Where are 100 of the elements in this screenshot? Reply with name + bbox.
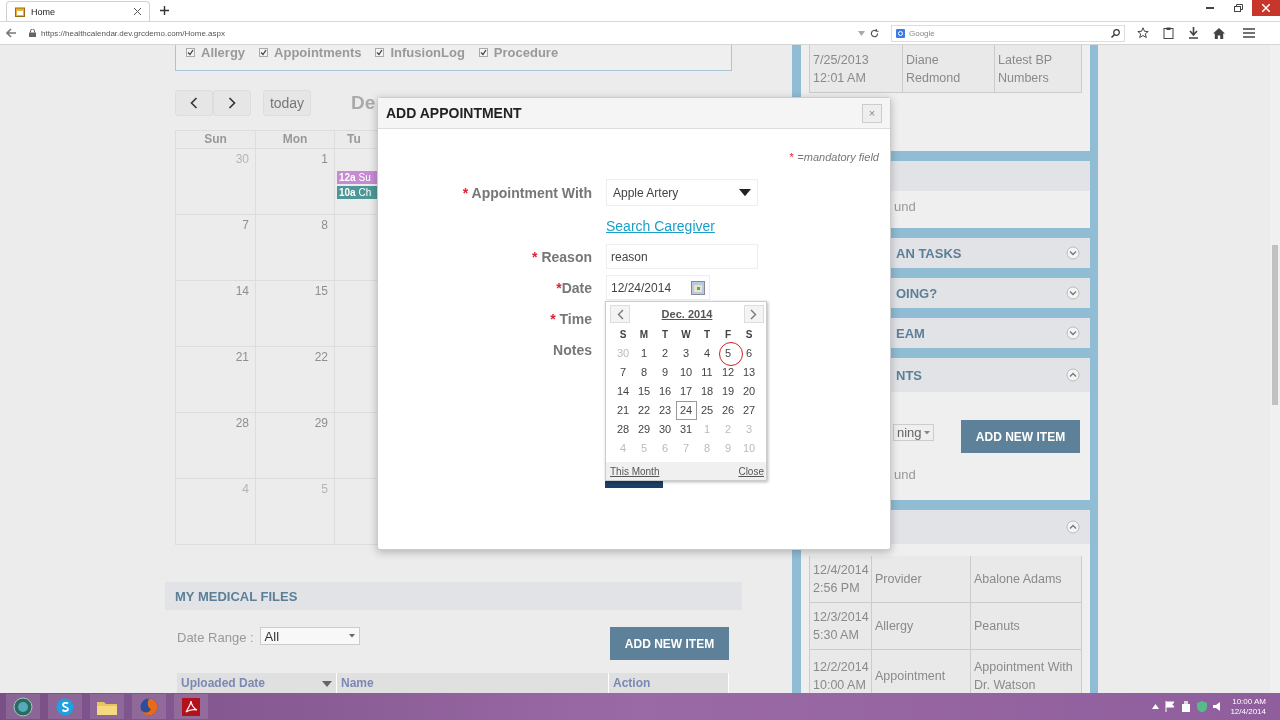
star-icon[interactable] [1137,27,1149,39]
minimize-icon [1206,7,1214,9]
calendar-day[interactable]: 28 [612,420,634,439]
checkbox-label: Allergy [201,45,246,60]
calendar-day[interactable]: 25 [696,401,718,420]
download-icon[interactable] [1188,27,1199,39]
add-new-item-button[interactable]: ADD NEW ITEM [610,627,729,660]
chat-app-icon[interactable] [48,694,82,719]
caret-icon [923,430,930,435]
sort-caret-icon [322,681,332,687]
calendar-day[interactable]: 31 [675,420,697,439]
mandatory-note: * =mandatory field [789,151,879,163]
search-field[interactable]: Google [891,24,1125,42]
calendar-day[interactable]: 22 [633,401,655,420]
today-button[interactable]: today [263,90,311,117]
calendar-day[interactable]: 3 [675,344,697,363]
back-arrow-icon[interactable] [6,28,17,38]
calendar-day[interactable]: 23 [654,401,676,420]
clipboard-icon[interactable] [1163,27,1174,39]
chevron-down-icon[interactable] [1066,326,1080,340]
calendar-day[interactable]: 1 [633,344,655,363]
calendar-day[interactable]: 24 [675,401,697,420]
checkbox-label: Procedure [493,45,559,60]
previous-month-button[interactable] [610,305,630,323]
calendar-title: De [351,92,376,115]
reason-field[interactable]: reason [606,244,758,269]
next-month-button[interactable] [744,305,764,323]
chevron-down-icon[interactable] [1066,246,1080,260]
search-icon[interactable] [1111,28,1120,38]
clock[interactable]: 10:00 AM 12/4/2014 [1230,696,1274,717]
section-title: EAM [896,325,926,341]
chevron-down-icon[interactable] [1066,286,1080,300]
calendar-day[interactable]: 14 [612,382,634,401]
folder-icon[interactable] [90,694,124,719]
checkbox[interactable] [259,48,269,57]
table-cell: 12/2/2014 10:00 AM [810,650,872,693]
pdf-reader-icon[interactable] [174,694,208,719]
calendar-day[interactable]: 15 [633,382,655,401]
section-title: MY MEDICAL FILES [175,588,298,604]
flag-icon[interactable] [1165,701,1176,712]
calendar-day[interactable]: 16 [654,382,676,401]
checkbox[interactable] [186,48,195,57]
close-icon [1262,4,1270,12]
close-window-button[interactable] [1252,0,1280,16]
weekday-label: F [723,328,733,342]
section-title: AN TASKS [896,245,963,261]
calendar-icon[interactable] [691,280,705,295]
date-range-select[interactable]: All [259,627,360,645]
close-icon[interactable] [134,8,141,15]
calendar-day[interactable]: 11 [696,363,718,382]
appointment-select[interactable]: Apple Artery [606,179,758,206]
search-engine-icon [896,28,905,38]
calendar-day[interactable]: 7 [612,363,634,382]
calendar-day[interactable]: 13 [738,363,760,382]
this-month-link[interactable]: This Month [610,465,660,477]
calendar-day[interactable]: 29 [633,420,655,439]
table-cell: 12/3/2014 5:30 AM [810,603,872,650]
chevron-up-icon[interactable] [1066,520,1080,534]
month-title[interactable]: Dec. 2014 [661,308,713,320]
reload-icon[interactable] [870,28,879,38]
checkbox[interactable] [375,48,385,57]
new-tab-icon[interactable] [160,6,169,15]
lock-icon [29,29,36,37]
checkbox-label: Appointments [274,45,362,60]
calendar-day[interactable]: 5 [717,344,739,363]
filter-select[interactable]: ning [893,424,934,441]
address-bar[interactable]: https://healthcalendar.dev.grcdemo.com/Home.aspx [23,24,885,42]
browser-tab[interactable]: Home [6,1,150,21]
calendar-day[interactable]: 18 [696,382,718,401]
calendar-day[interactable]: 26 [717,401,739,420]
date-field[interactable]: 12/24/2014 [606,275,710,300]
dialog-title: ADD APPOINTMENT [386,105,522,121]
tray-caret-icon[interactable] [1152,704,1160,709]
add-new-item-button[interactable]: ADD NEW ITEM [961,420,1080,453]
calendar-day[interactable]: 9 [654,363,676,382]
start-button[interactable] [6,694,40,719]
menu-icon[interactable] [1243,28,1255,38]
section-title: OING? [896,285,939,301]
calendar-day[interactable]: 8 [633,363,655,382]
calendar-day[interactable]: 12 [717,363,739,382]
weekday-label: S [618,328,628,342]
calendar-day[interactable]: 20 [738,382,760,401]
calendar-day[interactable]: 6 [738,344,760,363]
calendar-day[interactable]: 10 [675,363,697,382]
browser-icon[interactable] [132,694,166,719]
checkbox[interactable] [478,48,488,57]
day-number: 15 [314,284,328,299]
calendar-day[interactable]: 27 [738,401,760,420]
calendar-day[interactable]: 19 [717,382,739,401]
calendar-day[interactable]: 21 [612,401,634,420]
home-icon[interactable] [1213,27,1225,39]
scrollbar[interactable] [1270,45,1280,693]
calendar-day[interactable]: 17 [675,382,697,401]
calendar-day[interactable]: 2 [654,344,676,363]
calendar-day[interactable]: 30 [654,420,676,439]
day-number: 8 [321,218,328,233]
close-link[interactable]: Close [738,465,764,477]
chevron-up-icon[interactable] [1066,368,1080,382]
calendar-day[interactable]: 4 [696,344,718,363]
field-label: Date Range : [177,630,254,645]
